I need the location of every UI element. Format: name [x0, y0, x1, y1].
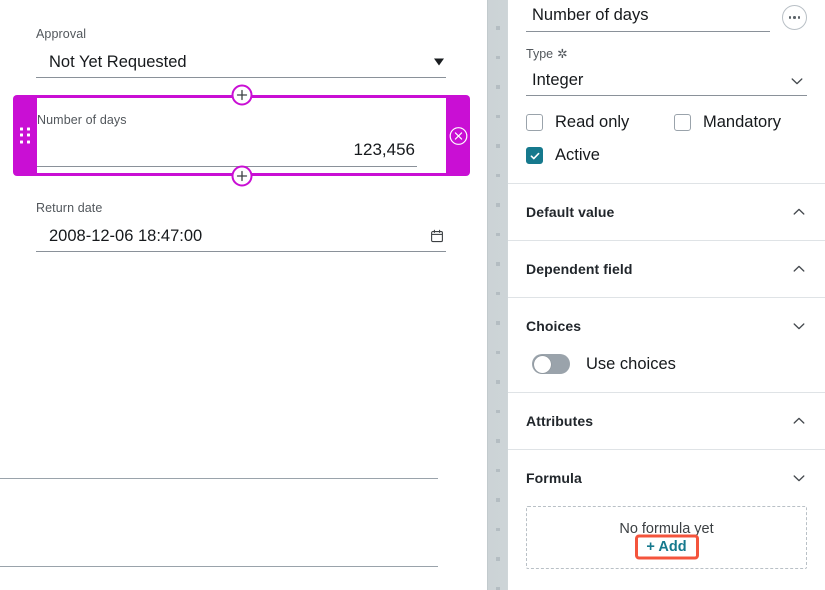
- field-type-value: Integer: [532, 71, 584, 89]
- field-designer-screen: Approval Not Yet Requested Number of day…: [0, 0, 825, 590]
- selected-form-field[interactable]: Number of days 123,456: [13, 84, 470, 187]
- field-type-label: Type ✲: [526, 46, 807, 62]
- add-formula-label: + Add: [646, 539, 687, 555]
- section-attributes: Attributes: [508, 392, 825, 449]
- remove-field-button[interactable]: [449, 126, 468, 145]
- field-label-approval: Approval: [36, 27, 87, 41]
- checkbox-box-icon: [526, 114, 543, 131]
- plus-icon: [236, 170, 247, 182]
- plus-icon: [236, 89, 247, 101]
- checkbox-box-icon: [674, 114, 691, 131]
- form-field-approval[interactable]: Approval Not Yet Requested: [36, 26, 446, 78]
- field-value-approval: Not Yet Requested: [49, 53, 187, 71]
- form-field-number-of-days[interactable]: Number of days 123,456: [37, 112, 417, 167]
- form-field-return-date[interactable]: Return date 2008-12-06 18:47:00: [36, 200, 446, 252]
- section-title-dependent-field: Dependent field: [526, 261, 633, 277]
- panel-resize-splitter[interactable]: [487, 0, 508, 590]
- use-choices-label: Use choices: [586, 354, 676, 373]
- use-choices-row: Use choices: [526, 354, 807, 374]
- field-type-group: Type ✲ Integer: [526, 46, 807, 96]
- field-name-input[interactable]: Number of days: [526, 4, 770, 32]
- section-formula: Formula No formula yet + Add: [508, 449, 825, 587]
- section-title-attributes: Attributes: [526, 413, 594, 429]
- panel-header-area: Number of days Type ✲ Integer Read only …: [508, 0, 825, 165]
- section-title-choices: Choices: [526, 318, 582, 334]
- canvas-section-divider: [0, 478, 438, 479]
- field-value-number-of-days: 123,456: [353, 140, 415, 159]
- section-title-default-value: Default value: [526, 204, 615, 220]
- chevron-down-icon[interactable]: [434, 58, 444, 66]
- flags-row-2: Active: [526, 146, 807, 165]
- section-header-dependent-field[interactable]: Dependent field: [526, 241, 807, 297]
- field-value-return-date: 2008-12-06 18:47:00: [49, 227, 203, 245]
- chevron-down-icon[interactable]: [789, 73, 805, 89]
- drag-handle-icon[interactable]: [20, 127, 31, 144]
- section-header-default-value[interactable]: Default value: [526, 184, 807, 240]
- field-name-row: Number of days: [526, 0, 807, 32]
- chevron-down-icon[interactable]: [791, 470, 807, 486]
- field-properties-panel: Number of days Type ✲ Integer Read only …: [508, 0, 825, 590]
- field-type-select[interactable]: Integer: [526, 66, 807, 96]
- flags-row-1: Read only Mandatory: [526, 113, 807, 132]
- form-canvas: Approval Not Yet Requested Number of day…: [0, 0, 487, 590]
- section-header-formula[interactable]: Formula: [526, 450, 807, 506]
- section-title-formula: Formula: [526, 470, 582, 486]
- canvas-section-divider: [0, 566, 438, 567]
- chevron-up-icon[interactable]: [791, 261, 807, 277]
- checkbox-label-active: Active: [555, 146, 600, 164]
- property-sections: Default value Dependent field Choices Us…: [508, 183, 825, 587]
- checkbox-mandatory[interactable]: Mandatory: [674, 113, 781, 132]
- checkbox-checked-icon: [526, 147, 543, 164]
- add-field-below-button[interactable]: [231, 165, 252, 187]
- section-choices: Choices Use choices: [508, 297, 825, 392]
- section-dependent-field: Dependent field: [508, 240, 825, 297]
- calendar-icon[interactable]: [430, 229, 444, 243]
- section-body-formula: No formula yet + Add: [526, 506, 807, 587]
- section-default-value: Default value: [508, 183, 825, 240]
- checkbox-label-mandatory: Mandatory: [703, 113, 781, 131]
- section-header-choices[interactable]: Choices: [526, 298, 807, 354]
- checkbox-active[interactable]: Active: [526, 146, 600, 165]
- checkbox-read-only[interactable]: Read only: [526, 113, 674, 132]
- field-label-return-date: Return date: [36, 201, 103, 215]
- kebab-menu-icon[interactable]: [782, 5, 807, 30]
- datetime-control-return-date[interactable]: 2008-12-06 18:47:00: [36, 221, 446, 252]
- checkbox-label-read-only: Read only: [555, 113, 630, 131]
- chevron-up-icon[interactable]: [791, 204, 807, 220]
- field-flags-group: Read only Mandatory Active: [526, 113, 807, 165]
- add-formula-button[interactable]: + Add: [634, 534, 699, 560]
- splitter-grip-dots: [495, 0, 500, 590]
- add-field-above-button[interactable]: [231, 84, 252, 106]
- chevron-up-icon[interactable]: [791, 413, 807, 429]
- field-label-number-of-days: Number of days: [37, 113, 127, 127]
- formula-empty-text: No formula yet: [619, 521, 714, 537]
- use-choices-toggle[interactable]: [532, 354, 570, 374]
- chevron-down-icon[interactable]: [791, 318, 807, 334]
- close-circle-icon: [449, 126, 468, 145]
- toggle-knob: [533, 355, 551, 373]
- formula-empty-state: No formula yet + Add: [526, 506, 807, 569]
- required-asterisk-icon: ✲: [557, 46, 568, 61]
- section-header-attributes[interactable]: Attributes: [526, 393, 807, 449]
- select-control-approval[interactable]: Not Yet Requested: [36, 47, 446, 78]
- number-input-control[interactable]: 123,456: [37, 134, 417, 167]
- section-body-choices: Use choices: [526, 354, 807, 392]
- field-type-label-text: Type: [526, 47, 554, 61]
